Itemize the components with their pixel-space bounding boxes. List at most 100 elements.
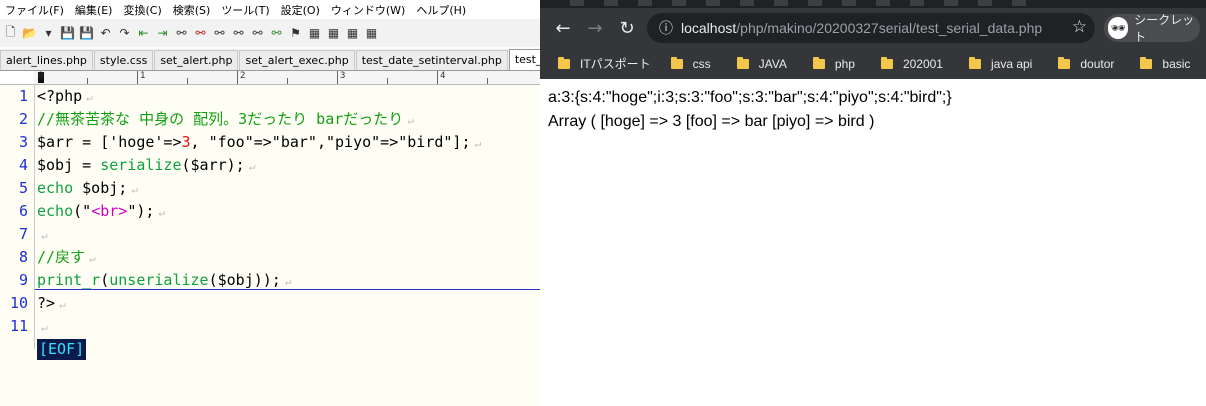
ruler-major-line: [237, 71, 238, 84]
browser-tab[interactable]: [774, 0, 788, 6]
replace-icon[interactable]: ⚯: [230, 23, 247, 43]
bookmark-label: ITパスポート: [580, 57, 651, 71]
search-prev-icon[interactable]: ⚯: [192, 23, 209, 43]
undo-icon[interactable]: ↶: [97, 23, 114, 43]
ruler-major-line: [337, 71, 338, 84]
incognito-label: シークレット: [1134, 13, 1195, 44]
bookmarks-bar: ITパスポート css JAVA php 202001 java api dou…: [540, 48, 1206, 79]
menu-convert[interactable]: 変換(C): [118, 2, 167, 18]
address-bar[interactable]: ⓘ localhost/php/makino/20200327serial/te…: [647, 13, 1095, 43]
code-line-5[interactable]: echo $obj; ↵: [37, 177, 138, 200]
tab-style-css[interactable]: style.css: [93, 50, 154, 70]
new-file-icon[interactable]: 🗋: [2, 23, 19, 43]
code-line-6[interactable]: echo("<br>"); ↵: [37, 200, 165, 223]
url-text[interactable]: localhost/php/makino/20200327serial/test…: [681, 20, 1042, 36]
bookmark-label: basic: [1162, 56, 1191, 71]
mark-icon[interactable]: ⚯: [268, 23, 285, 43]
code-line-8[interactable]: //戻す ↵: [37, 246, 96, 269]
forward-arrow-icon[interactable]: →: [579, 12, 611, 44]
grep-icon[interactable]: ⚯: [249, 23, 266, 43]
browser-tab[interactable]: [808, 0, 822, 6]
column-ruler: 0 1 2 3 4: [0, 71, 540, 85]
ruler-minor-line: [87, 78, 88, 84]
browser-tab[interactable]: [944, 0, 958, 6]
tab-test-date-setinterval[interactable]: test_date_setinterval.php: [355, 50, 508, 70]
browser-tab[interactable]: [876, 0, 890, 6]
compare-icon[interactable]: ▦: [344, 23, 361, 43]
menu-search[interactable]: 検索(S): [168, 2, 217, 18]
menu-edit[interactable]: 編集(E): [70, 2, 119, 18]
code-line-11[interactable]: ↵: [37, 315, 48, 338]
ruler-major-line: [437, 71, 438, 84]
info-icon[interactable]: ⓘ: [655, 17, 677, 39]
folder-icon: [968, 56, 981, 69]
jump-back-icon[interactable]: ⇤: [135, 23, 152, 43]
browser-tab[interactable]: [842, 0, 856, 6]
code-text: ?>: [37, 294, 56, 312]
bookmark-star-icon[interactable]: ☆: [1072, 17, 1087, 37]
ruler-tick: 0: [38, 71, 44, 81]
function-list-icon[interactable]: ▦: [325, 23, 342, 43]
reload-icon[interactable]: ↻: [611, 12, 643, 44]
bookmark-item[interactable]: doutor: [1058, 56, 1114, 71]
back-arrow-icon[interactable]: ←: [547, 12, 579, 44]
incognito-icon: 🕶: [1108, 17, 1129, 39]
code-line-2[interactable]: //無茶苦茶な 中身の 配列。3だったり barだったり ↵: [37, 108, 414, 131]
menu-tools[interactable]: ツール(T): [216, 2, 275, 18]
browser-tab-strip: [540, 0, 1206, 8]
tab-alert-lines[interactable]: alert_lines.php: [0, 50, 93, 70]
search-next-icon[interactable]: ⚯: [211, 23, 228, 43]
code-line-4[interactable]: $obj = serialize($arr); ↵: [37, 154, 255, 177]
bookmark-item[interactable]: php: [812, 56, 855, 71]
browser-tab[interactable]: [740, 0, 754, 6]
bookmark-item[interactable]: css: [670, 56, 711, 71]
code-keyword: echo: [37, 202, 74, 220]
browser-tab[interactable]: [706, 0, 720, 6]
open-folder-icon[interactable]: 📂: [21, 23, 38, 43]
bookmark-item[interactable]: JAVA: [736, 56, 787, 71]
folder-icon: [1058, 56, 1071, 69]
browser-tab[interactable]: [1012, 0, 1026, 6]
tag-jump-icon[interactable]: ⚑: [287, 23, 304, 43]
outline-icon[interactable]: ▦: [306, 23, 323, 43]
browser-tab[interactable]: [570, 0, 584, 6]
folder-icon: [558, 56, 570, 69]
code-line-7[interactable]: ↵: [37, 223, 48, 246]
bookmark-item[interactable]: ITパスポート: [558, 55, 651, 72]
jump-forward-icon[interactable]: ⇥: [154, 23, 171, 43]
browser-tab[interactable]: [604, 0, 618, 6]
search-icon[interactable]: ⚯: [173, 23, 190, 43]
save-all-icon[interactable]: 💾: [78, 23, 95, 43]
code-text: ");: [127, 202, 155, 220]
eol-mark: ↵: [131, 183, 138, 196]
menu-help[interactable]: ヘルプ(H): [411, 2, 472, 18]
browser-tab[interactable]: [910, 0, 924, 6]
code-keyword: echo: [37, 179, 74, 197]
line-number: 9: [18, 271, 28, 289]
code-line-1[interactable]: <?php ↵: [37, 85, 93, 108]
incognito-badge[interactable]: 🕶 シークレット: [1104, 13, 1200, 44]
code-line-3[interactable]: $arr = ['hoge'=>3, "foo"=>"bar","piyo"=>…: [37, 131, 481, 154]
menu-window[interactable]: ウィンドウ(W): [326, 2, 411, 18]
tab-set-alert-exec[interactable]: set_alert_exec.php: [239, 50, 355, 70]
menu-file[interactable]: ファイル(F): [0, 2, 70, 18]
browser-tab[interactable]: [638, 0, 652, 6]
browser-tab[interactable]: [978, 0, 992, 6]
bookmark-label: php: [834, 56, 855, 71]
dropdown-arrow-icon[interactable]: ▾: [40, 23, 57, 43]
bookmark-item[interactable]: java api: [968, 56, 1032, 71]
bookmark-item[interactable]: 202001: [880, 56, 943, 71]
redo-icon[interactable]: ↷: [116, 23, 133, 43]
save-icon[interactable]: 💾: [59, 23, 76, 43]
tab-test-serial-data[interactable]: test_serial_d: [508, 49, 540, 70]
browser-tab[interactable]: [672, 0, 686, 6]
tab-set-alert[interactable]: set_alert.php: [154, 50, 239, 70]
code-line-10[interactable]: ?> ↵: [37, 292, 66, 315]
menu-settings[interactable]: 設定(O): [276, 2, 326, 18]
code-comment: //無茶苦茶な 中身の 配列。3だったり barだったり: [37, 110, 404, 128]
bookmark-item[interactable]: basic: [1140, 56, 1191, 71]
eol-mark: ↵: [41, 229, 48, 242]
code-line-9[interactable]: print_r(unserialize($obj)); ↵: [37, 269, 291, 292]
settings-icon[interactable]: ▦: [363, 23, 380, 43]
ruler-tick: 4: [440, 71, 446, 81]
